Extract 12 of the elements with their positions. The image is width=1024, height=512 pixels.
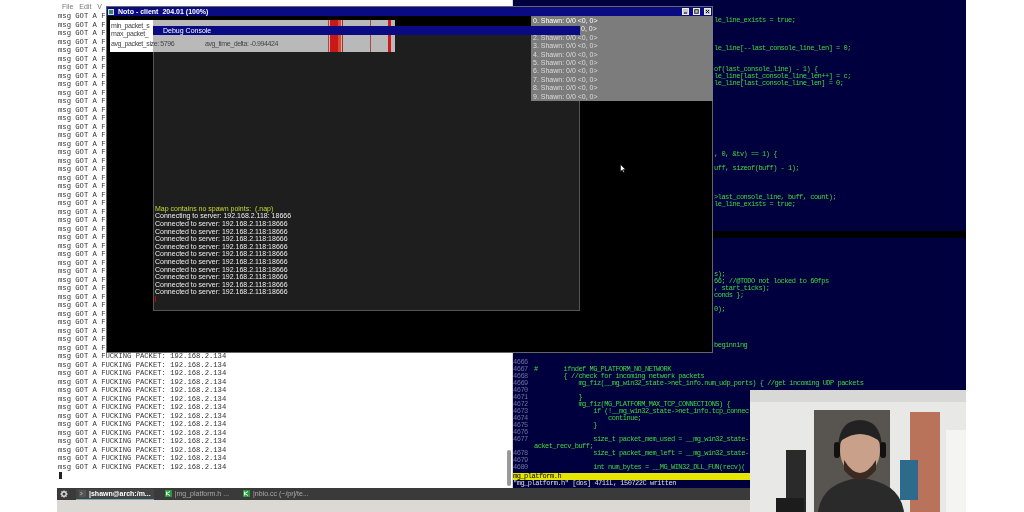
- close-button[interactable]: [704, 8, 711, 15]
- editor-icon: [164, 490, 172, 497]
- scrollbar[interactable]: [507, 450, 511, 486]
- minimize-button[interactable]: [682, 8, 689, 15]
- pointer-icon: [620, 164, 626, 173]
- editor-icon: [243, 490, 251, 497]
- text-cursor: [59, 472, 62, 479]
- app-icon: [108, 8, 114, 15]
- input-cursor: [155, 296, 156, 302]
- terminal-icon: [79, 490, 86, 497]
- maximize-button[interactable]: [693, 8, 700, 15]
- settings-icon: [60, 490, 68, 498]
